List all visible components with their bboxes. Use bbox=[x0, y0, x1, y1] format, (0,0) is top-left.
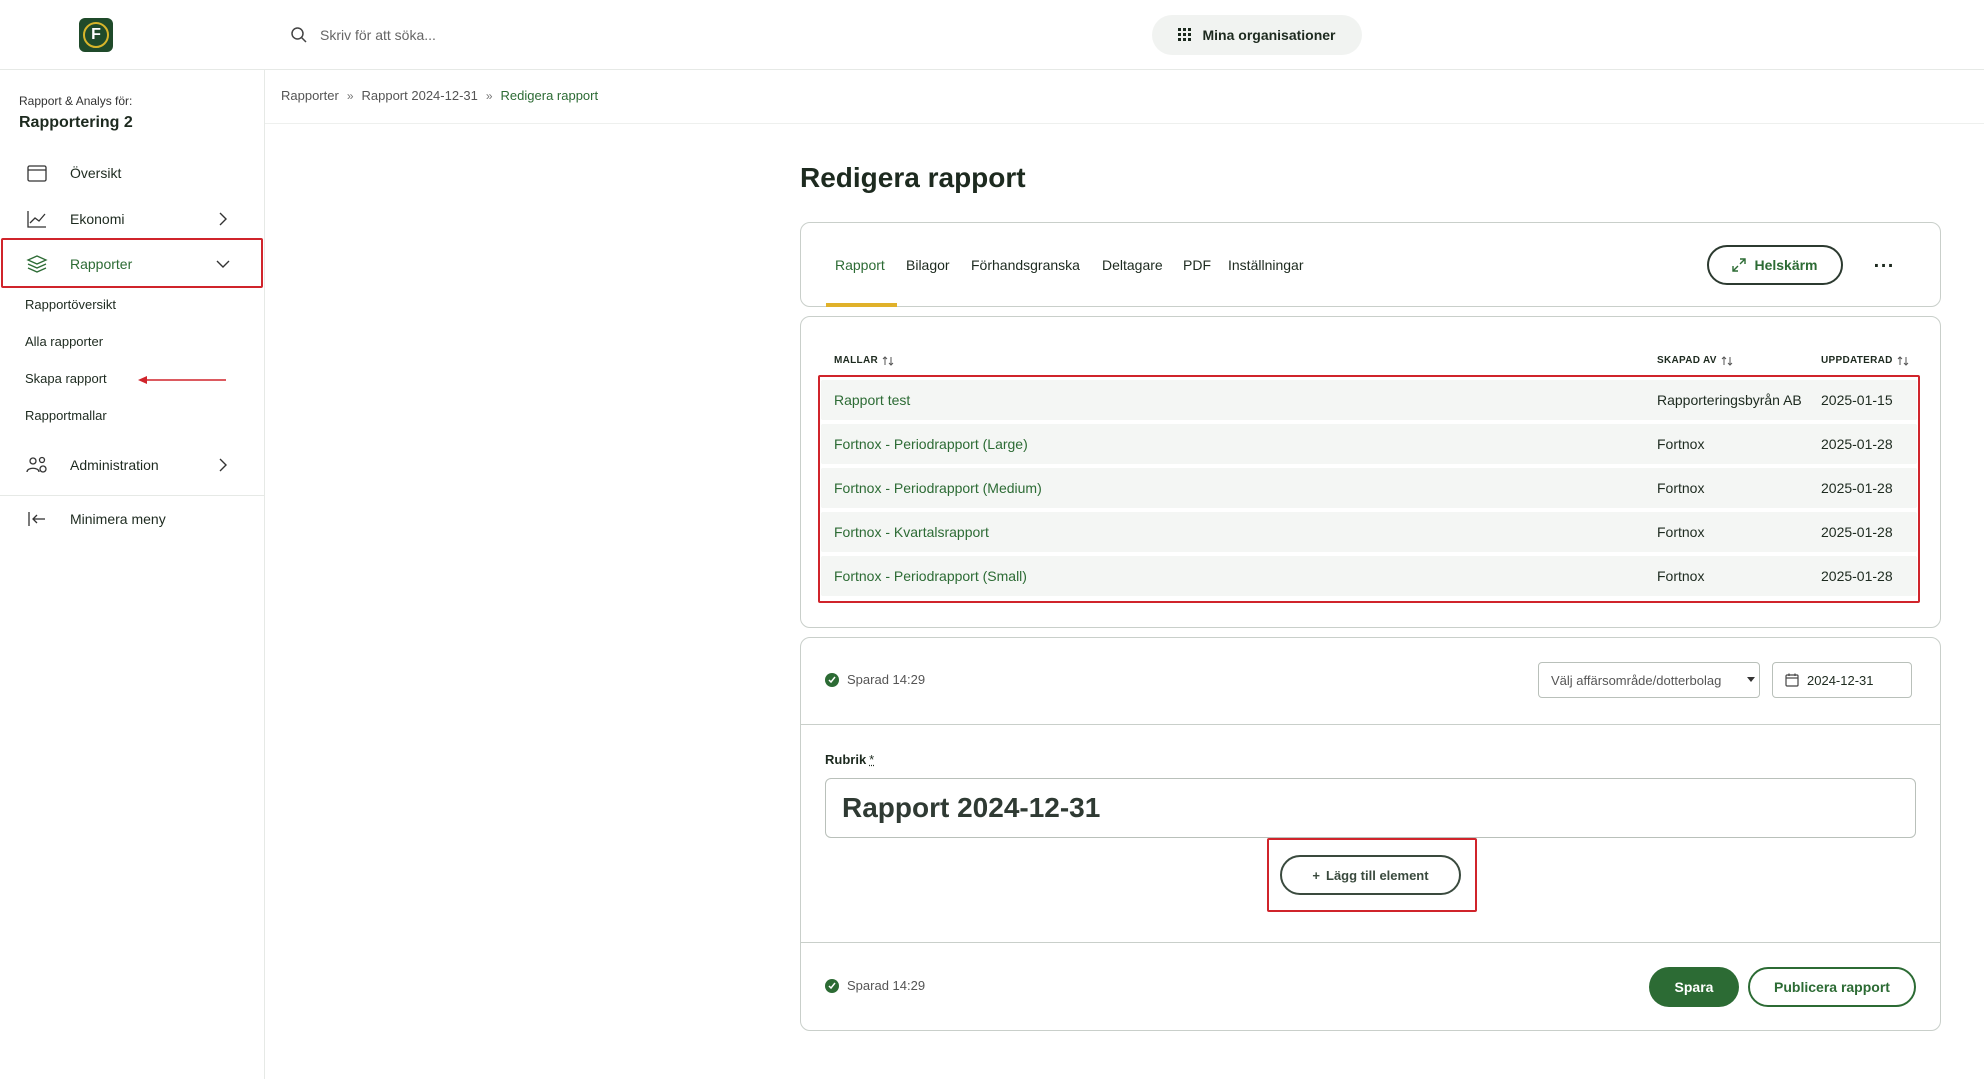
saved-status-bottom: Sparad 14:29 bbox=[825, 978, 925, 993]
title-label-text: Rubrik bbox=[825, 752, 867, 767]
context-name: Rapportering 2 bbox=[19, 114, 133, 131]
sidebar-item-oversikt[interactable]: Översikt bbox=[0, 150, 265, 196]
grid-icon bbox=[1178, 28, 1192, 41]
sort-icon bbox=[882, 355, 894, 366]
calendar-icon bbox=[27, 165, 47, 182]
users-gear-icon bbox=[26, 456, 47, 473]
sidebar-item-ekonomi[interactable]: Ekonomi bbox=[0, 196, 265, 242]
tab-bilagor[interactable]: Bilagor bbox=[906, 257, 950, 273]
column-header-label: UPPDATERAD bbox=[1821, 355, 1893, 366]
sidebar-minimize-menu[interactable]: Minimera meny bbox=[0, 496, 265, 542]
chevron-double-right-icon: » bbox=[346, 88, 354, 103]
sidebar-item-label: Ekonomi bbox=[70, 211, 125, 227]
search-input[interactable] bbox=[320, 27, 720, 43]
sidebar-item-label: Minimera meny bbox=[70, 511, 166, 527]
title-field-label: Rubrik * bbox=[825, 752, 874, 767]
calendar-icon bbox=[1785, 673, 1799, 687]
sort-icon bbox=[1721, 355, 1733, 366]
column-header-label: MALLAR bbox=[834, 355, 879, 366]
collapse-left-icon bbox=[28, 512, 45, 526]
breadcrumb-divider bbox=[265, 123, 1984, 124]
more-options-button[interactable]: ··· bbox=[1864, 245, 1904, 285]
report-date-picker[interactable]: 2024-12-31 bbox=[1772, 662, 1912, 698]
annotation-highlight-add-element bbox=[1267, 838, 1477, 912]
saved-status-top: Sparad 14:29 bbox=[825, 672, 925, 687]
global-search bbox=[290, 20, 790, 50]
sidebar-item-administration[interactable]: Administration bbox=[0, 442, 265, 488]
sidebar-item-label: Administration bbox=[70, 457, 159, 473]
annotation-highlight-templates bbox=[818, 375, 1920, 603]
editor-divider bbox=[801, 942, 1940, 943]
annotation-arrow bbox=[138, 376, 226, 384]
required-marker: * bbox=[869, 752, 875, 767]
publish-report-button[interactable]: Publicera rapport bbox=[1748, 967, 1916, 1007]
templates-table-card: MALLAR SKAPAD AV UPPDATERAD Rapport test… bbox=[800, 316, 1941, 628]
column-header-label: SKAPAD AV bbox=[1657, 355, 1717, 366]
check-circle-icon bbox=[825, 978, 839, 993]
business-area-placeholder: Välj affärsområde/dotterbolag bbox=[1551, 672, 1722, 688]
chevron-right-icon bbox=[219, 212, 227, 226]
report-date-value: 2024-12-31 bbox=[1807, 672, 1874, 688]
column-header-skapad-av[interactable]: SKAPAD AV bbox=[1657, 355, 1733, 366]
sidebar-subitem-skapa-rapport[interactable]: Skapa rapport bbox=[25, 371, 107, 386]
saved-status-text: Sparad 14:29 bbox=[847, 978, 926, 993]
sidebar-item-label: Översikt bbox=[70, 165, 122, 181]
tab-forhandsgranska[interactable]: Förhandsgranska bbox=[971, 257, 1080, 273]
save-button[interactable]: Spara bbox=[1649, 967, 1739, 1007]
sidebar-subitem-rapportmallar[interactable]: Rapportmallar bbox=[25, 408, 107, 423]
check-circle-icon bbox=[825, 672, 839, 687]
report-tabs-card: Rapport Bilagor Förhandsgranska Deltagar… bbox=[800, 222, 1941, 307]
my-organizations-label: Mina organisationer bbox=[1202, 27, 1336, 43]
annotation-highlight-rapporter bbox=[1, 238, 263, 288]
sidebar-subitem-alla-rapporter[interactable]: Alla rapporter bbox=[25, 334, 103, 349]
app-logo[interactable]: F bbox=[79, 18, 113, 52]
logo-mark: F bbox=[83, 22, 109, 48]
report-editor-card: Sparad 14:29 Välj affärsområde/dotterbol… bbox=[800, 637, 1941, 1031]
breadcrumb: Rapporter » Rapport 2024-12-31 » Rediger… bbox=[281, 88, 598, 103]
page-title: Redigera rapport bbox=[800, 162, 1026, 193]
search-icon bbox=[291, 27, 307, 43]
sort-icon bbox=[1897, 355, 1909, 366]
my-organizations-button[interactable]: Mina organisationer bbox=[1152, 15, 1362, 55]
column-header-uppdaterad[interactable]: UPPDATERAD bbox=[1821, 355, 1909, 366]
chevron-double-right-icon: » bbox=[485, 88, 493, 103]
context-label: Rapport & Analys för: bbox=[19, 94, 133, 108]
sidebar-subitem-rapportoversikt[interactable]: Rapportöversikt bbox=[25, 297, 116, 312]
tab-installningar[interactable]: Inställningar bbox=[1228, 257, 1304, 273]
tab-rapport[interactable]: Rapport bbox=[835, 257, 885, 273]
caret-down-icon bbox=[1747, 677, 1755, 682]
breadcrumb-item[interactable]: Rapporter bbox=[281, 88, 339, 103]
chart-line-icon bbox=[27, 211, 46, 228]
fullscreen-button[interactable]: Helskärm bbox=[1707, 245, 1843, 285]
business-area-select[interactable]: Välj affärsområde/dotterbolag bbox=[1538, 662, 1760, 698]
tab-deltagare[interactable]: Deltagare bbox=[1102, 257, 1163, 273]
breadcrumb-current: Redigera rapport bbox=[500, 88, 599, 103]
sidebar: Rapport & Analys för: Rapportering 2 Öve… bbox=[0, 70, 265, 1079]
expand-icon bbox=[1732, 258, 1747, 272]
top-header: F Mina organisationer bbox=[0, 0, 1984, 70]
chevron-right-icon bbox=[219, 458, 227, 472]
editor-divider bbox=[801, 724, 1940, 725]
column-header-mallar[interactable]: MALLAR bbox=[834, 355, 894, 366]
active-tab-indicator bbox=[826, 303, 897, 307]
tab-pdf[interactable]: PDF bbox=[1183, 257, 1211, 273]
report-title-input[interactable] bbox=[825, 778, 1916, 838]
saved-status-text: Sparad 14:29 bbox=[847, 672, 926, 687]
breadcrumb-item[interactable]: Rapport 2024-12-31 bbox=[362, 88, 478, 103]
fullscreen-label: Helskärm bbox=[1754, 257, 1818, 273]
